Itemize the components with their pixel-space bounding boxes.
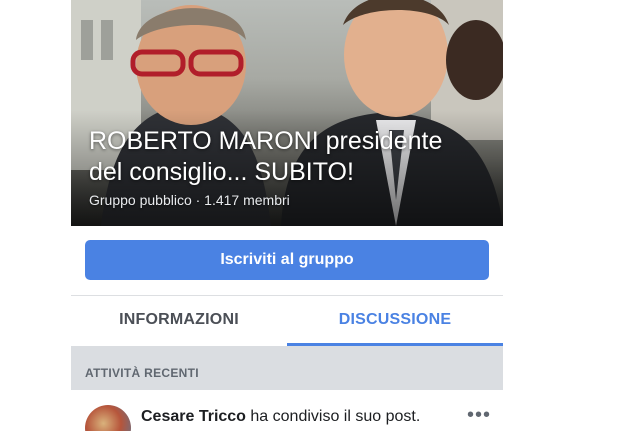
group-page: ROBERTO MARONI presidente del consiglio.… [71,0,503,431]
tab-bar: INFORMAZIONI DISCUSSIONE [71,296,503,346]
group-cover-photo[interactable]: ROBERTO MARONI presidente del consiglio.… [71,0,503,226]
feed-item[interactable]: Cesare Tricco ha condiviso il suo post. … [71,390,503,431]
recent-activity-header: ATTIVITÀ RECENTI [71,346,503,390]
avatar[interactable] [85,405,131,431]
more-horizontal-icon[interactable]: ••• [467,405,491,425]
cover-caption: ROBERTO MARONI presidente del consiglio.… [89,126,485,208]
group-title-line-1: ROBERTO MARONI presidente [89,127,443,155]
post-action-text: ha condiviso il suo post. [245,408,421,425]
group-title-line-2: del consiglio... SUBITO! [89,158,354,186]
post-author-link[interactable]: Cesare Tricco [141,408,246,425]
group-meta: Gruppo pubblico · 1.417 membri [89,192,290,208]
tab-informazioni[interactable]: INFORMAZIONI [71,296,287,346]
group-title: ROBERTO MARONI presidente del consiglio.… [89,126,485,188]
post-header: Cesare Tricco ha condiviso il suo post. [141,408,420,426]
join-group-button[interactable]: Iscriviti al gruppo [85,240,489,280]
tab-discussione[interactable]: DISCUSSIONE [287,296,503,346]
section-label: ATTIVITÀ RECENTI [85,366,199,380]
